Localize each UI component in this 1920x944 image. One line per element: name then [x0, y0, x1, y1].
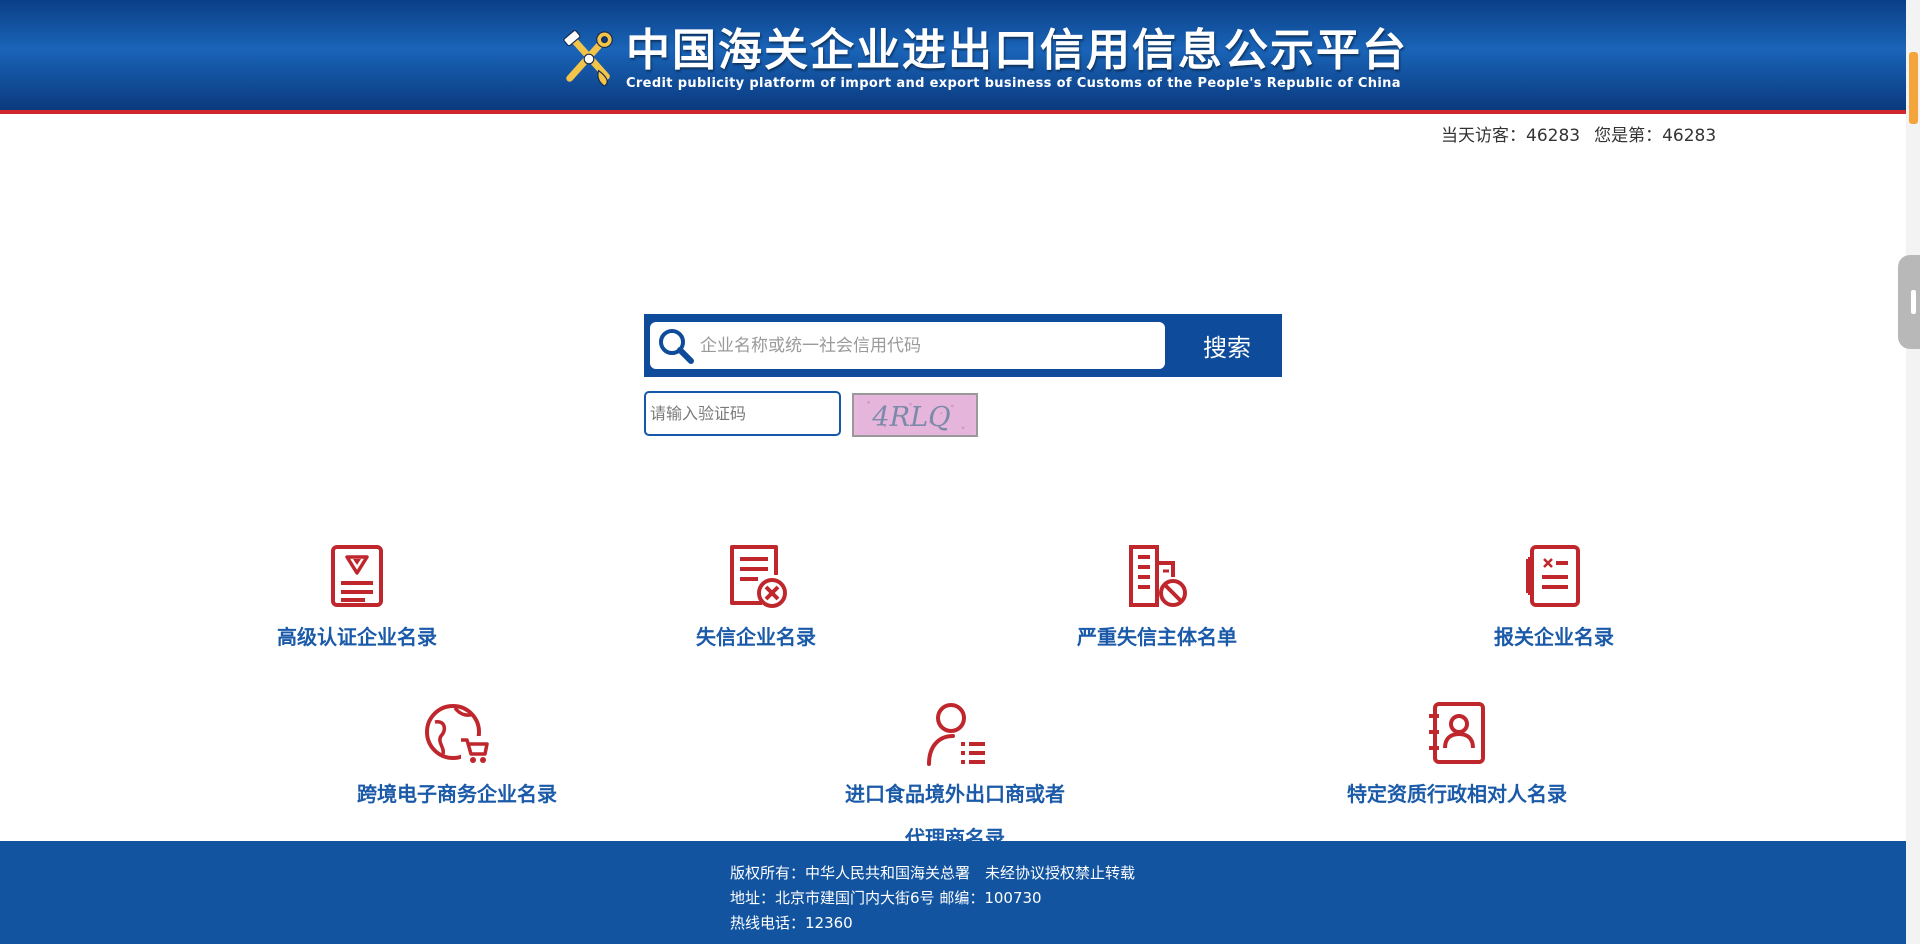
footer-copyright: 版权所有：中华人民共和国海关总署 未经协议授权禁止转载	[730, 864, 1136, 882]
category-label: 特定资质行政相对人名录	[1347, 782, 1567, 806]
notebook-icon	[1526, 545, 1580, 607]
footer-address: 地址：北京市建国门内大街6号 邮编：100730	[730, 889, 1042, 907]
contact-book-icon	[1429, 702, 1485, 764]
category-label: 失信企业名录	[696, 625, 816, 649]
category-label: 严重失信主体名单	[1077, 625, 1237, 649]
site-subtitle: Credit publicity platform of import and …	[626, 76, 1401, 91]
category-advanced-certified[interactable]: 高级认证企业名录	[262, 545, 452, 659]
scrollbar-track[interactable]	[1906, 0, 1920, 944]
category-serious-dishonest[interactable]: 严重失信主体名单	[1057, 545, 1257, 659]
footer-hotline: 热线电话：12360	[730, 914, 853, 932]
person-list-icon	[927, 703, 985, 766]
category-label: 报关企业名录	[1494, 625, 1614, 649]
category-customs-declaration[interactable]: 报关企业名录	[1462, 545, 1646, 659]
visitor-rank: 您是第：46283	[1594, 126, 1717, 146]
header-title-block: 中国海关企业进出口信用信息公示平台 Credit publicity platf…	[626, 26, 1408, 92]
category-dishonest[interactable]: 失信企业名录	[664, 545, 848, 659]
side-panel-handle[interactable]	[1898, 255, 1920, 349]
footer-info: 版权所有：中华人民共和国海关总署 未经协议授权禁止转载 地址：北京市建国门内大街…	[730, 861, 1135, 936]
document-x-icon	[730, 545, 787, 608]
captcha-input[interactable]	[644, 391, 841, 436]
scrollbar-thumb[interactable]	[1909, 52, 1918, 124]
building-ban-icon	[1129, 545, 1187, 607]
search-field[interactable]	[650, 322, 1165, 369]
category-imported-food-exporter[interactable]: 进口食品境外出口商或者 代理商名录	[830, 702, 1080, 860]
category-cross-border-ecommerce[interactable]: 跨境电子商务企业名录	[342, 702, 572, 816]
category-specific-qualification[interactable]: 特定资质行政相对人名录	[1332, 702, 1582, 816]
category-label: 跨境电子商务企业名录	[357, 782, 557, 806]
captcha-text: 4RLQ	[871, 402, 950, 433]
search-input[interactable]	[700, 335, 1130, 356]
header-banner: 中国海关企业进出口信用信息公示平台 Credit publicity platf…	[0, 0, 1920, 114]
site-title: 中国海关企业进出口信用信息公示平台	[626, 25, 1408, 76]
header-brand: 中国海关企业进出口信用信息公示平台 Credit publicity platf…	[560, 24, 1408, 94]
search-icon	[659, 328, 694, 364]
category-label-line1: 进口食品境外出口商或者	[845, 782, 1065, 806]
visitor-counter: 当天访客：46283 您是第：46283	[1441, 121, 1730, 146]
search-button[interactable]: 搜索	[1172, 314, 1282, 377]
captcha-image[interactable]: 4RLQ	[852, 393, 978, 437]
side-panel-handle-grip	[1911, 290, 1916, 314]
visitor-today: 当天访客：46283	[1441, 126, 1581, 146]
category-label: 高级认证企业名录	[277, 625, 437, 649]
certificate-icon	[331, 545, 383, 607]
footer: 版权所有：中华人民共和国海关总署 未经协议授权禁止转载 地址：北京市建国门内大街…	[0, 841, 1906, 944]
page: 中国海关企业进出口信用信息公示平台 Credit publicity platf…	[0, 0, 1920, 944]
customs-emblem-icon	[563, 30, 613, 87]
search-bar: 搜索	[644, 314, 1282, 377]
globe-cart-icon	[425, 704, 489, 763]
